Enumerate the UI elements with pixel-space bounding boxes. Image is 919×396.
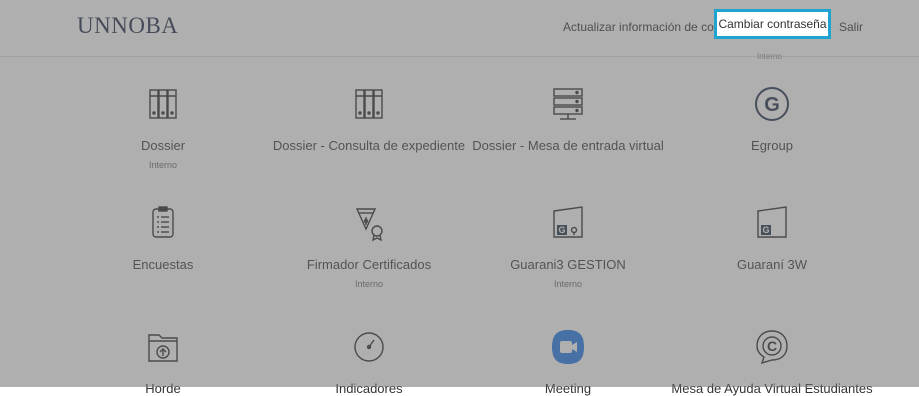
folder-upload-icon bbox=[143, 327, 183, 367]
svg-text:G: G bbox=[558, 225, 565, 235]
binders-icon bbox=[143, 84, 183, 124]
tile-title: Dossier - Mesa de entrada virtual bbox=[472, 138, 664, 153]
tile-title: Meeting bbox=[544, 381, 592, 396]
gauge-icon bbox=[349, 327, 389, 367]
help-chat-icon: C bbox=[752, 327, 792, 367]
svg-text:G: G bbox=[764, 94, 780, 116]
tile-sub: Interno bbox=[553, 279, 583, 289]
clipboard-list-icon bbox=[143, 203, 183, 243]
change-password-link[interactable]: Cambiar contraseña bbox=[714, 9, 831, 39]
pen-nib-certificate-icon bbox=[349, 203, 389, 243]
server-icon bbox=[548, 84, 588, 124]
tile-title: Dossier bbox=[140, 138, 186, 153]
egroup-logo-icon: G bbox=[752, 84, 792, 124]
tile-title: Firmador Certificados bbox=[306, 257, 432, 272]
tile-title: Encuestas bbox=[132, 257, 194, 272]
tile-title: Egroup bbox=[751, 138, 793, 153]
tile-title: Horde bbox=[145, 381, 181, 396]
guarani-gestion-icon: G bbox=[548, 203, 588, 243]
tile-title: Guaraní 3W bbox=[736, 257, 808, 272]
logout-link[interactable]: Salir bbox=[839, 20, 863, 34]
tile-title: Indicadores bbox=[335, 381, 403, 396]
tile-sub: Interno bbox=[354, 279, 384, 289]
tile-sub: Interno bbox=[148, 160, 178, 170]
tile-title: Guarani3 GESTION bbox=[510, 257, 626, 272]
page: UNNOBA Actualizar información de contact… bbox=[0, 0, 919, 396]
nav-sub-label: Interno bbox=[757, 52, 782, 61]
brand-logo[interactable]: UNNOBA bbox=[77, 13, 178, 39]
tile-title: Mesa de Ayuda Virtual Estudiantes bbox=[671, 381, 873, 396]
guarani-web-icon: G bbox=[752, 203, 792, 243]
svg-text:G: G bbox=[762, 225, 769, 235]
svg-text:C: C bbox=[767, 338, 777, 354]
video-camera-icon bbox=[548, 327, 588, 367]
tile-title: Dossier - Consulta de expediente bbox=[272, 138, 466, 153]
binders-icon bbox=[349, 84, 389, 124]
